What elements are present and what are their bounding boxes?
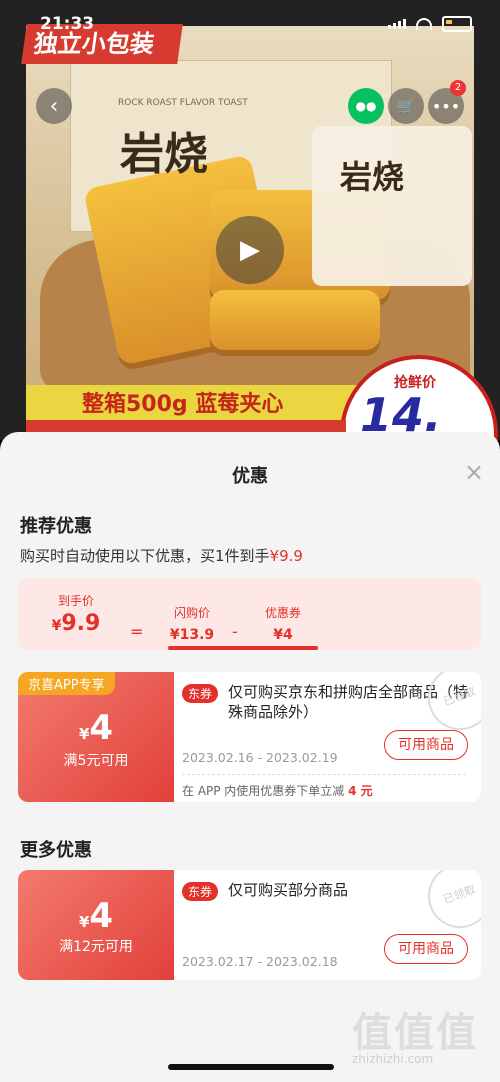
more-dots-icon: ••• — [431, 96, 461, 116]
cart-count-badge: 2 — [450, 80, 466, 96]
brand-tagline: ROCK ROAST FLAVOR TOAST — [118, 98, 248, 108]
watermark-logo: 值值值 — [352, 1010, 478, 1056]
close-icon: × — [464, 458, 485, 486]
summary-underline — [168, 646, 318, 650]
brand-name: 岩烧 — [120, 129, 208, 180]
desc-text: 购买时自动使用以下优惠，买1件到手 — [20, 547, 270, 565]
final-price-yen: ¥ — [51, 618, 62, 634]
final-price-label: 到手价 — [57, 594, 94, 608]
coupon-divider — [182, 774, 466, 775]
coupon-note-text: 在 APP 内使用优惠券下单立减 — [182, 784, 345, 798]
product-strip: 整箱500g 蓝莓夹心 — [26, 385, 366, 425]
app-exclusive-tag: 京喜APP专享 — [18, 672, 115, 695]
wifi-icon — [416, 18, 432, 30]
coupon-date: 2023.02.16 - 2023.02.19 — [182, 750, 338, 765]
flash-price-col: 闪购价 ¥13.9 — [164, 604, 220, 643]
watermark-url: zhizhizhi.com — [352, 1052, 434, 1066]
coupon-value: ¥4 — [273, 627, 293, 643]
wechat-icon: ●● — [355, 99, 377, 113]
cart-icon: 🛒 — [396, 97, 416, 115]
cart-button[interactable]: 🛒 — [388, 88, 424, 124]
coupon-condition: 满12元可用 — [59, 939, 133, 955]
final-price-col: 到手价 ¥9.9 — [48, 592, 104, 636]
coupon-date: 2023.02.17 - 2023.02.18 — [182, 954, 338, 969]
coupon-condition: 满5元可用 — [63, 753, 129, 769]
pack-label: 岩烧 — [340, 158, 405, 196]
desc-price: ¥9.9 — [269, 547, 303, 565]
recommended-title: 推荐优惠 — [20, 516, 92, 537]
price-summary: 到手价 ¥9.9 = 闪购价 ¥13.9 - 优惠券 ¥4 — [18, 578, 481, 650]
flash-price-label: 闪购价 — [173, 606, 210, 620]
flash-price-value: ¥13.9 — [169, 627, 215, 643]
home-indicator[interactable] — [168, 1064, 334, 1070]
available-products-button[interactable]: 可用商品 — [384, 934, 468, 964]
coupon-card: ¥4 满5元可用 京喜APP专享 东券 仅可购买京东和拼购店全部商品（特殊商品除… — [18, 672, 481, 802]
minus-sign: - — [232, 622, 238, 641]
coupon-card: ¥4 满12元可用 东券 仅可购买部分商品 已领取 2023.02.17 - 2… — [18, 870, 481, 980]
coupon-col: 优惠券 ¥4 — [258, 604, 308, 643]
available-products-button[interactable]: 可用商品 — [384, 730, 468, 760]
coupon-yen: ¥ — [78, 725, 90, 743]
recommended-description: 购买时自动使用以下优惠，买1件到手¥9.9 — [20, 545, 303, 566]
battery-icon — [442, 16, 472, 32]
coupon-app-note: 在 APP 内使用优惠券下单立减 4 元 — [182, 782, 373, 799]
coupon-value-panel: ¥4 满12元可用 — [18, 870, 174, 980]
play-icon: ▶ — [240, 235, 260, 265]
coupon-label: 优惠券 — [264, 606, 301, 620]
play-video-button[interactable]: ▶ — [216, 216, 284, 284]
close-button[interactable]: × — [464, 460, 484, 484]
chevron-left-icon: ‹ — [49, 93, 59, 119]
coupon-amount: ¥4 — [18, 708, 174, 748]
product-pack-illustration — [312, 126, 472, 286]
sheet-title: 优惠 — [232, 466, 268, 487]
watermark: 值值值 zhizhizhi.com — [352, 1000, 492, 1070]
status-time: 21:33 — [40, 14, 95, 34]
final-price-number: 9.9 — [61, 611, 101, 636]
coupon-type-tag: 东券 — [182, 684, 219, 703]
signal-icon — [388, 19, 406, 29]
final-price-value: ¥9.9 — [48, 611, 104, 636]
coupon-yen: ¥ — [78, 913, 90, 931]
toast-illustration — [210, 290, 380, 350]
coupon-type-tag: 东券 — [182, 882, 219, 901]
product-hero: 岩烧 ROCK ROAST FLAVOR TOAST 岩烧 独立小包装 21:3… — [0, 0, 500, 440]
wechat-share-button[interactable]: ●● — [348, 88, 384, 124]
coupon-amount-number: 4 — [89, 896, 114, 936]
coupon-note-amount: 4 元 — [348, 784, 373, 798]
status-icons — [388, 16, 472, 32]
equals-sign: = — [130, 622, 144, 641]
more-discounts-title: 更多优惠 — [20, 840, 92, 861]
coupon-amount: ¥4 — [18, 896, 174, 936]
coupon-amount-number: 4 — [89, 708, 114, 748]
back-button[interactable]: ‹ — [36, 88, 72, 124]
